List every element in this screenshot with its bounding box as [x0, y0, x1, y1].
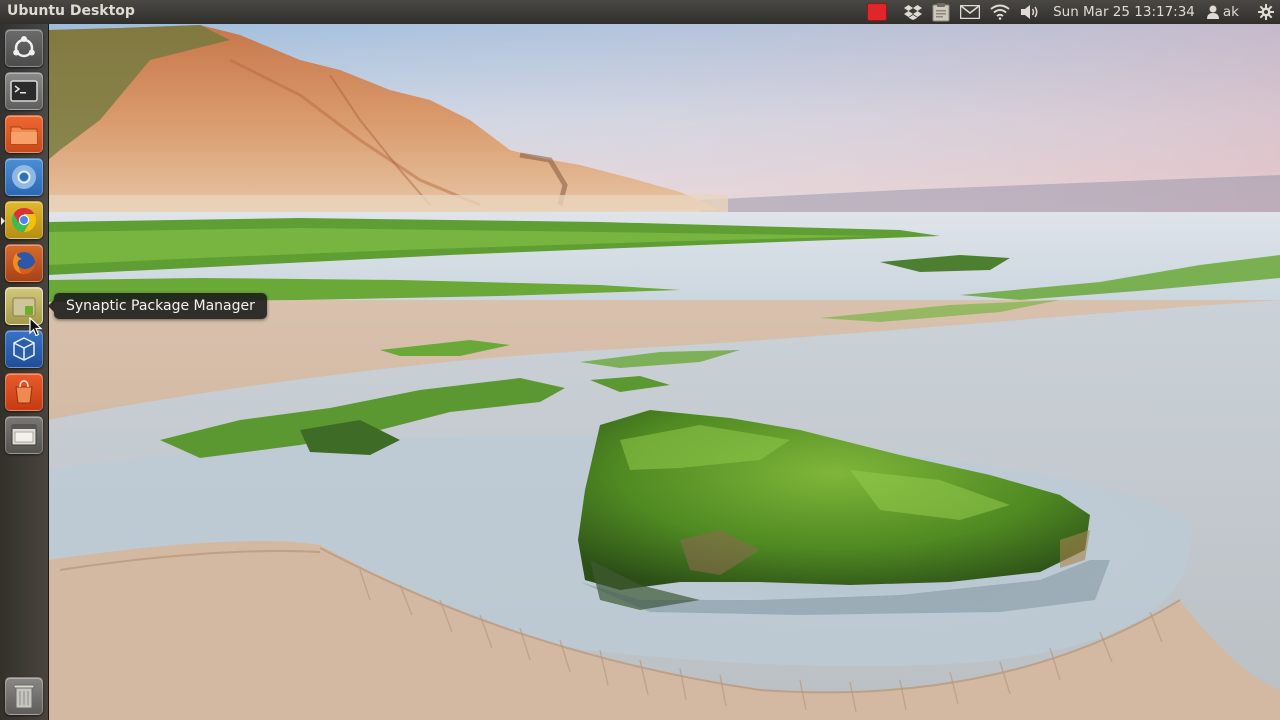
dropbox-icon	[904, 5, 923, 20]
launcher-files[interactable]	[5, 115, 43, 153]
chromium-icon	[12, 165, 36, 189]
unity-launcher	[0, 24, 49, 720]
launcher-chrome[interactable]	[1, 201, 43, 239]
window-title: Ubuntu Desktop	[7, 3, 135, 19]
ubuntu-logo-icon	[13, 36, 35, 58]
volume-icon	[1021, 5, 1038, 19]
clipboard-icon	[932, 3, 950, 22]
top-panel: Ubuntu Desktop Sun Mar 25 13:17:34 ak	[0, 0, 1280, 24]
session-indicator[interactable]	[1258, 0, 1274, 24]
launcher-terminal[interactable]	[5, 72, 43, 110]
software-center-icon	[15, 380, 33, 404]
desktop-wallpaper	[0, 0, 1280, 720]
terminal-icon	[10, 80, 38, 102]
chrome-icon	[11, 208, 37, 232]
launcher-firefox[interactable]	[5, 244, 43, 282]
user-name: ak	[1222, 4, 1239, 20]
wifi-icon	[990, 4, 1010, 20]
sound-indicator[interactable]	[1020, 0, 1040, 24]
launcher-trash[interactable]	[5, 677, 43, 715]
mouse-cursor-icon	[29, 317, 43, 337]
launcher-dash-home[interactable]	[5, 29, 43, 67]
user-icon	[1206, 5, 1219, 19]
network-indicator[interactable]	[990, 0, 1010, 24]
user-indicator[interactable]: ak	[1206, 0, 1239, 24]
launcher-chromium[interactable]	[5, 158, 43, 196]
clock-indicator[interactable]: Sun Mar 25 13:17:34	[1053, 0, 1195, 24]
record-indicator[interactable]	[867, 0, 888, 24]
launcher-software-center[interactable]	[5, 373, 43, 411]
dropbox-indicator[interactable]	[904, 0, 923, 24]
virtualbox-icon	[13, 337, 35, 361]
workspace-switcher-icon	[11, 424, 37, 446]
launcher-workspace-switcher[interactable]	[5, 416, 43, 454]
trash-icon	[13, 684, 35, 709]
synaptic-icon	[12, 297, 36, 317]
folder-icon	[10, 126, 38, 145]
indicator-area: Sun Mar 25 13:17:34 ak	[862, 0, 1280, 24]
messaging-indicator[interactable]	[960, 0, 981, 24]
running-indicator	[1, 217, 5, 225]
desktop[interactable]: Ubuntu Desktop Sun Mar 25 13:17:34 ak Sy…	[0, 0, 1280, 720]
record-stop-icon	[867, 3, 888, 21]
envelope-icon	[960, 5, 981, 19]
firefox-icon	[13, 252, 35, 274]
clipboard-indicator[interactable]	[932, 0, 950, 24]
gear-icon	[1258, 4, 1274, 20]
launcher-tooltip: Synaptic Package Manager	[48, 293, 267, 319]
